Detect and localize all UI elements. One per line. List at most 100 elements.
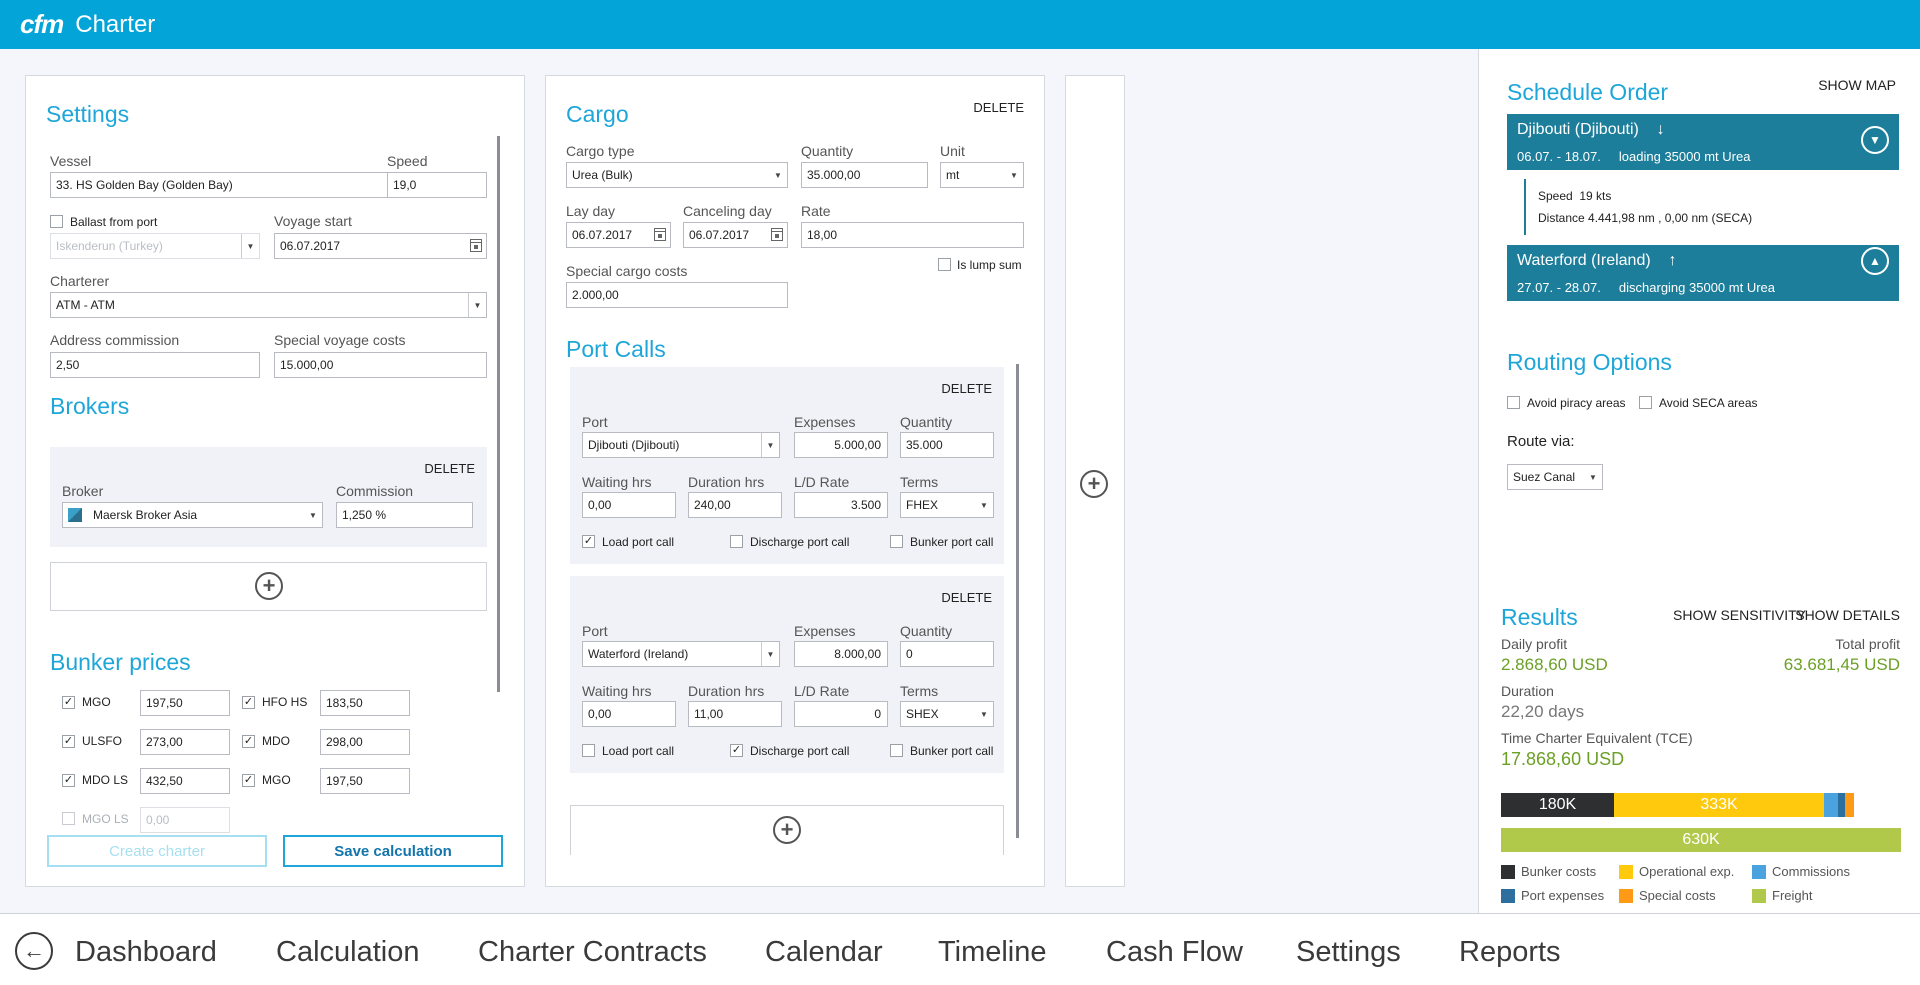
bunker-checkbox-mgo-2[interactable]: ✓ bbox=[242, 774, 255, 787]
bunker-checkbox-hfo-hs[interactable]: ✓ bbox=[242, 696, 255, 709]
add-port-call-plus-icon[interactable]: + bbox=[773, 816, 801, 844]
settings-scrollbar[interactable] bbox=[497, 136, 500, 692]
leg-speed: Speed 19 kts bbox=[1538, 189, 1611, 203]
discharge-port-call-checkbox[interactable] bbox=[730, 535, 743, 548]
route-via-select[interactable]: Suez Canal ▼ bbox=[1507, 464, 1603, 490]
terms-select[interactable]: FHEX ▼ bbox=[900, 492, 994, 518]
bunker-input-mdo-ls[interactable]: 432,50 bbox=[140, 768, 230, 794]
delete-port-call-button[interactable]: DELETE bbox=[941, 381, 992, 396]
calendar-icon[interactable] bbox=[771, 228, 783, 241]
move-up-icon[interactable]: ▲ bbox=[1861, 247, 1889, 275]
nav-settings[interactable]: Settings bbox=[1296, 936, 1401, 969]
special-voyage-costs-input[interactable]: 15.000,00 bbox=[274, 352, 487, 378]
rate-label: Rate bbox=[801, 203, 831, 219]
cargo-type-select[interactable]: Urea (Bulk) ▼ bbox=[566, 162, 788, 188]
chevron-down-icon: ▼ bbox=[761, 433, 779, 457]
cargo-quantity-input[interactable]: 35.000,00 bbox=[801, 162, 928, 188]
load-port-call-checkbox[interactable] bbox=[582, 744, 595, 757]
calendar-icon[interactable] bbox=[654, 228, 666, 241]
nav-dashboard[interactable]: Dashboard bbox=[75, 936, 217, 969]
avoid-piracy-checkbox[interactable] bbox=[1507, 396, 1520, 409]
nav-calendar[interactable]: Calendar bbox=[765, 936, 883, 969]
delete-broker-button[interactable]: DELETE bbox=[424, 461, 475, 476]
delete-port-call-button[interactable]: DELETE bbox=[941, 590, 992, 605]
schedule-stop-djibouti[interactable]: Djibouti (Djibouti) ↓ 06.07. - 18.07. lo… bbox=[1507, 114, 1899, 170]
voyage-start-input[interactable]: 06.07.2017 bbox=[274, 233, 487, 259]
add-broker-box[interactable]: + bbox=[50, 562, 487, 611]
add-cargo-column[interactable]: + bbox=[1065, 75, 1125, 887]
bunker-checkbox-mdo[interactable]: ✓ bbox=[242, 735, 255, 748]
nav-reports[interactable]: Reports bbox=[1459, 936, 1561, 969]
bunker-input-ulsfo[interactable]: 273,00 bbox=[140, 729, 230, 755]
bunker-input-hfo-hs[interactable]: 183,50 bbox=[320, 690, 410, 716]
chevron-down-icon: ▼ bbox=[774, 170, 782, 180]
bunker-input-mgo-2[interactable]: 197,50 bbox=[320, 768, 410, 794]
nav-charter-contracts[interactable]: Charter Contracts bbox=[478, 936, 707, 969]
voyage-start-value: 06.07.2017 bbox=[280, 239, 341, 253]
bunker-checkbox-mgo[interactable]: ✓ bbox=[62, 696, 75, 709]
bunker-port-call-checkbox[interactable] bbox=[890, 535, 903, 548]
move-down-icon[interactable]: ▼ bbox=[1861, 126, 1889, 154]
load-port-call-checkbox[interactable]: ✓ bbox=[582, 535, 595, 548]
port-quantity-input[interactable]: 0 bbox=[900, 641, 994, 667]
bunker-port-call-label: Bunker port call bbox=[910, 535, 994, 549]
expenses-input[interactable]: 5.000,00 bbox=[794, 432, 888, 458]
avoid-seca-checkbox[interactable] bbox=[1639, 396, 1652, 409]
schedule-stop-waterford[interactable]: Waterford (Ireland) ↑ 27.07. - 28.07. di… bbox=[1507, 245, 1899, 301]
canceling-day-label: Canceling day bbox=[683, 203, 772, 219]
lump-sum-checkbox[interactable] bbox=[938, 258, 951, 271]
canceling-day-input[interactable]: 06.07.2017 bbox=[683, 222, 788, 248]
port-select[interactable]: Waterford (Ireland) ▼ bbox=[582, 641, 780, 667]
show-details-button[interactable]: SHOW DETAILS bbox=[1795, 607, 1900, 623]
nav-cash-flow[interactable]: Cash Flow bbox=[1106, 936, 1243, 969]
charterer-select[interactable]: ATM - ATM ▼ bbox=[50, 292, 487, 318]
add-cargo-plus-icon[interactable]: + bbox=[1080, 470, 1108, 498]
back-arrow-icon[interactable]: ← bbox=[15, 932, 53, 970]
broker-select[interactable]: Maersk Broker Asia ▼ bbox=[62, 502, 323, 528]
bunker-checkbox-mdo-ls[interactable]: ✓ bbox=[62, 774, 75, 787]
terms-select[interactable]: SHEX ▼ bbox=[900, 701, 994, 727]
commission-input[interactable]: 1,250 % bbox=[336, 502, 473, 528]
port-select[interactable]: Djibouti (Djibouti) ▼ bbox=[582, 432, 780, 458]
special-cargo-costs-input[interactable]: 2.000,00 bbox=[566, 282, 788, 308]
port-quantity-input[interactable]: 35.000 bbox=[900, 432, 994, 458]
bunker-input-mgo-ls: 0,00 bbox=[140, 807, 230, 833]
add-broker-plus-icon[interactable]: + bbox=[255, 572, 283, 600]
avoid-piracy-label: Avoid piracy areas bbox=[1527, 396, 1626, 410]
duration-input[interactable]: 240,00 bbox=[688, 492, 782, 518]
show-sensitivity-button[interactable]: SHOW SENSITIVITY bbox=[1673, 607, 1806, 623]
ld-rate-input[interactable]: 0 bbox=[794, 701, 888, 727]
ballast-port-value: Iskenderun (Turkey) bbox=[56, 239, 163, 253]
bunker-input-mgo[interactable]: 197,50 bbox=[140, 690, 230, 716]
discharge-port-call-checkbox[interactable]: ✓ bbox=[730, 744, 743, 757]
expenses-input[interactable]: 8.000,00 bbox=[794, 641, 888, 667]
unit-select[interactable]: mt ▼ bbox=[940, 162, 1024, 188]
waiting-input[interactable]: 0,00 bbox=[582, 492, 676, 518]
speed-input[interactable]: 19,0 bbox=[387, 172, 487, 198]
legend-bunker: Bunker costs bbox=[1521, 864, 1597, 879]
lay-day-input[interactable]: 06.07.2017 bbox=[566, 222, 671, 248]
vessel-select[interactable]: 33. HS Golden Bay (Golden Bay) ▼ bbox=[50, 172, 400, 198]
delete-cargo-button[interactable]: DELETE bbox=[973, 100, 1024, 115]
voyage-start-label: Voyage start bbox=[274, 213, 352, 229]
calendar-icon[interactable] bbox=[470, 239, 482, 252]
nav-calculation[interactable]: Calculation bbox=[276, 936, 419, 969]
duration-input[interactable]: 11,00 bbox=[688, 701, 782, 727]
bunker-checkbox-ulsfo[interactable]: ✓ bbox=[62, 735, 75, 748]
cost-segment-special bbox=[1845, 793, 1854, 817]
nav-timeline[interactable]: Timeline bbox=[938, 936, 1047, 969]
rate-input[interactable]: 18,00 bbox=[801, 222, 1024, 248]
waiting-input[interactable]: 0,00 bbox=[582, 701, 676, 727]
ld-rate-input[interactable]: 3.500 bbox=[794, 492, 888, 518]
port-calls-scrollbar[interactable] bbox=[1016, 364, 1019, 838]
stop-action: discharging 35000 mt Urea bbox=[1618, 280, 1775, 295]
ballast-checkbox[interactable] bbox=[50, 215, 63, 228]
bunker-input-mdo[interactable]: 298,00 bbox=[320, 729, 410, 755]
bunker-port-call-checkbox[interactable] bbox=[890, 744, 903, 757]
bunker-checkbox-mgo-ls[interactable] bbox=[62, 812, 75, 825]
address-commission-input[interactable]: 2,50 bbox=[50, 352, 260, 378]
save-calculation-button[interactable]: Save calculation bbox=[283, 835, 503, 867]
cargo-panel: Cargo DELETE Cargo type Urea (Bulk) ▼ Qu… bbox=[545, 75, 1045, 887]
add-port-call-box[interactable]: + bbox=[570, 805, 1004, 855]
show-map-button[interactable]: SHOW MAP bbox=[1818, 77, 1896, 93]
